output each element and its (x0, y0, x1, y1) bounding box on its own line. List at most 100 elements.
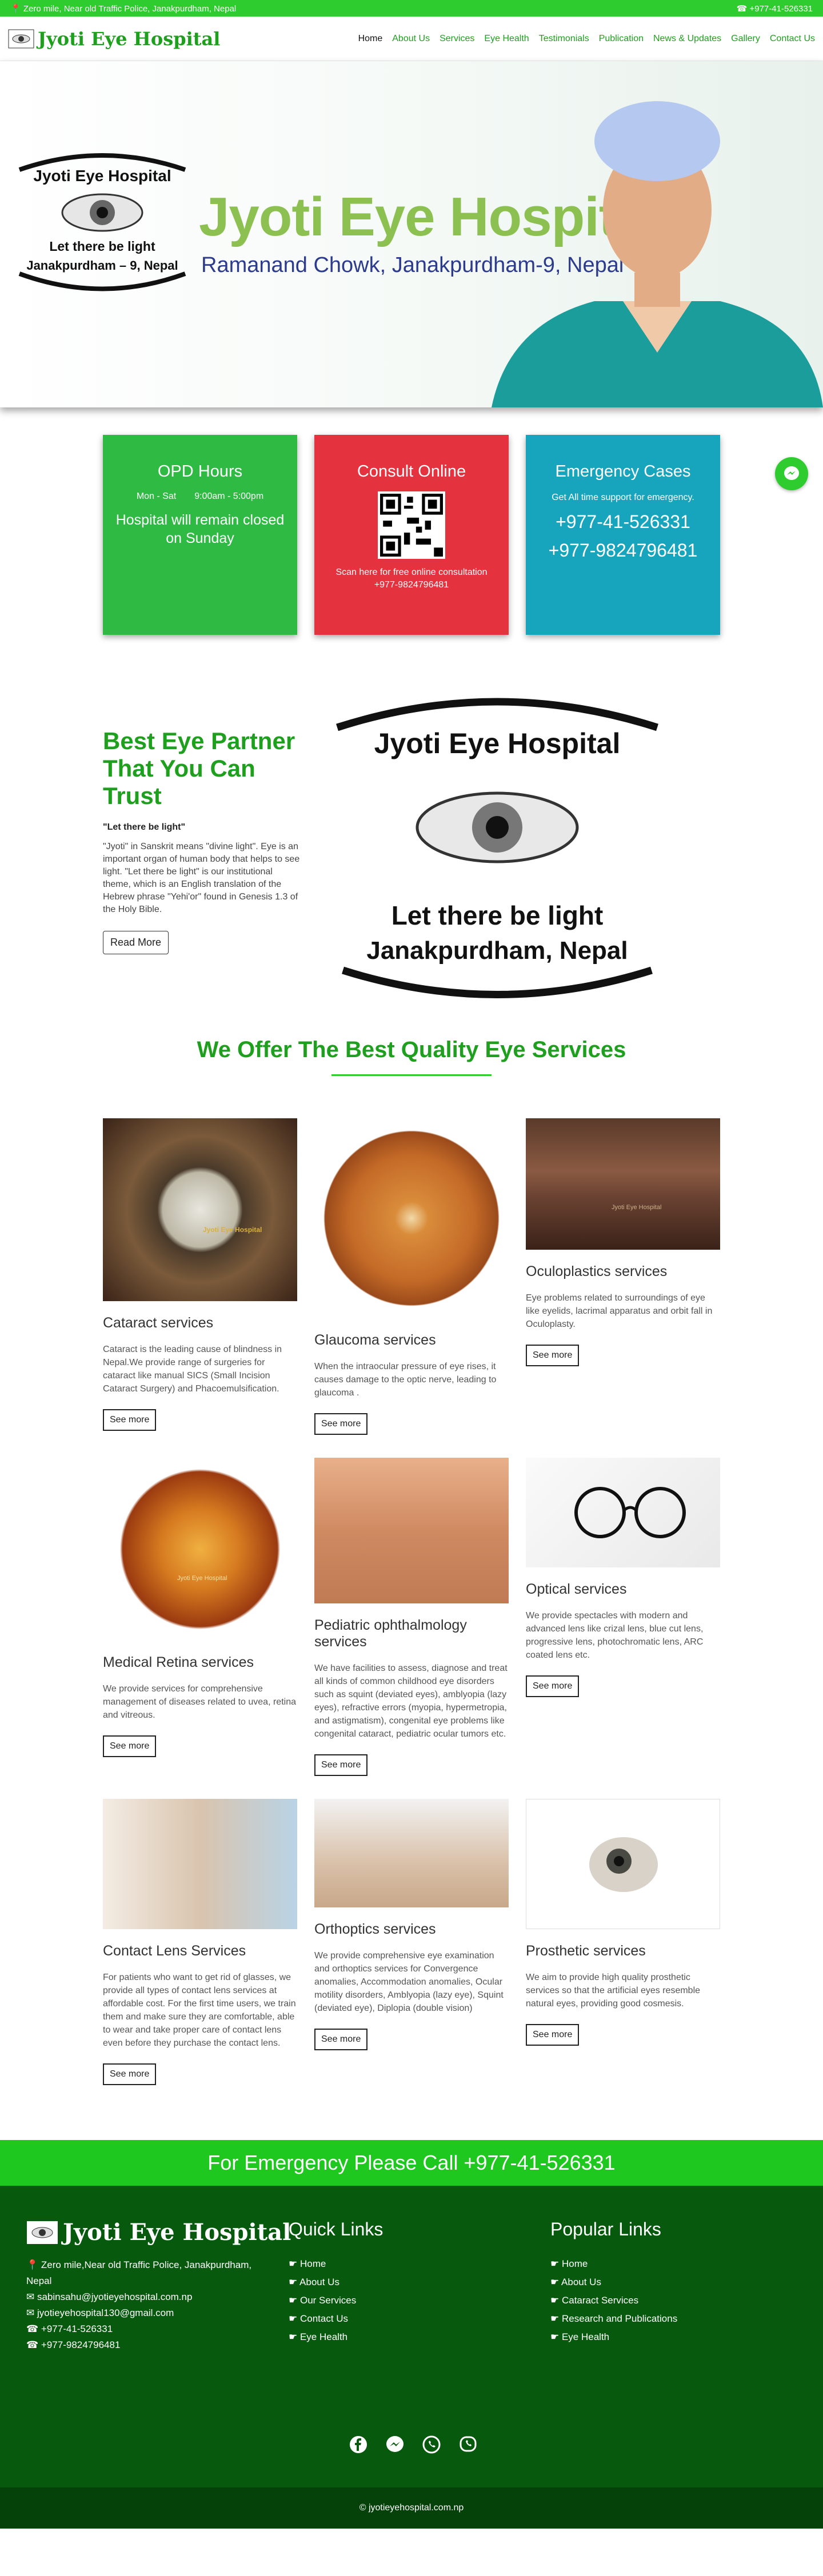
whatsapp-icon[interactable] (422, 2435, 441, 2454)
footer: Jyoti Eye Hospital 📍 Zero mile,Near old … (0, 2186, 823, 2487)
hero-logo-tag: Let there be light (49, 239, 155, 254)
email-text: jyotieyehospital130@gmail.com (37, 2307, 174, 2318)
about-logo-tag: Let there be light (391, 901, 604, 930)
service-desc: Eye problems related to surroundings of … (526, 1293, 713, 1329)
nav-services[interactable]: Services (440, 34, 474, 44)
nav-home[interactable]: Home (358, 34, 383, 44)
consult-note: Scan here for free online consultation (335, 567, 488, 577)
retina-watermark: Jyoti Eye Hospital (177, 1575, 227, 1582)
nav-testimonials[interactable]: Testimonials (539, 34, 589, 44)
emergency-card: Emergency Cases Get All time support for… (526, 435, 720, 635)
consult-phone[interactable]: +977-9824796481 (327, 579, 496, 591)
consult-online-card[interactable]: Consult Online Scan here for free online… (314, 435, 509, 635)
link-text: About Us (561, 2277, 601, 2287)
service-title: Pediatric ophthalmology services (314, 1617, 467, 1650)
nav-about-us[interactable]: About Us (392, 34, 430, 44)
service-contact-lens: Contact Lens Services For patients who w… (103, 1799, 297, 2085)
viber-icon[interactable] (458, 2435, 478, 2454)
see-more-button[interactable]: See more (103, 1409, 157, 1431)
quick-link-contact[interactable]: ☛ Contact Us (289, 2310, 383, 2328)
title-underline (331, 1074, 492, 1076)
facebook-icon[interactable] (349, 2435, 368, 2454)
phone-text: +977-41-526331 (41, 2323, 113, 2334)
about-heading: Best Eye Partner That You Can Trust (103, 727, 295, 809)
service-title: Medical Retina services (103, 1654, 254, 1670)
see-more-button[interactable]: See more (314, 1754, 368, 1776)
quick-link-eye-health[interactable]: ☛ Eye Health (289, 2328, 383, 2346)
nav-gallery[interactable]: Gallery (731, 34, 760, 44)
nav-contact-us[interactable]: Contact Us (770, 34, 815, 44)
popular-link-research[interactable]: ☛ Research and Publications (550, 2310, 677, 2328)
link-text: Eye Health (299, 2331, 348, 2342)
see-more-button[interactable]: See more (526, 1675, 580, 1697)
cataract-image: Jyoti Eye Hospital (103, 1118, 297, 1301)
messenger-chat-button[interactable] (775, 457, 808, 490)
see-more-button[interactable]: See more (103, 2063, 157, 2085)
emergency-title: Emergency Cases (555, 462, 691, 481)
footer-brand[interactable]: Jyoti Eye Hospital (26, 2219, 291, 2246)
service-desc: We provide spectacles with modern and ad… (526, 1611, 704, 1660)
emergency-banner[interactable]: For Emergency Please Call +977-41-526331 (0, 2140, 823, 2186)
topbar-phone[interactable]: ☎ +977-41-526331 (737, 3, 813, 14)
quick-link-home[interactable]: ☛ Home (289, 2255, 383, 2273)
emergency-phone-2[interactable]: +977-9824796481 (538, 539, 708, 561)
service-title: Optical services (526, 1581, 627, 1597)
service-oculoplastics: Jyoti Eye Hospital Oculoplastics service… (526, 1118, 720, 1435)
opd-title: OPD Hours (157, 462, 243, 481)
oculoplastics-image: Jyoti Eye Hospital (526, 1118, 720, 1250)
service-title: Contact Lens Services (103, 1943, 246, 1959)
quick-links: Quick Links ☛ Home ☛ About Us ☛ Our Serv… (289, 2219, 383, 2346)
nav-news-updates[interactable]: News & Updates (653, 34, 721, 44)
opd-days: Mon - Sat (136, 491, 177, 501)
service-desc: Cataract is the leading cause of blindne… (103, 1345, 282, 1394)
about-quote: "Let there be light" (103, 822, 186, 832)
messenger-icon (784, 466, 799, 480)
service-medical-retina: Jyoti Eye Hospital Medical Retina servic… (103, 1458, 297, 1776)
services-title: We Offer The Best Quality Eye Services (197, 1037, 626, 1062)
footer-phone-1[interactable]: ☎ +977-41-526331 (26, 2321, 291, 2337)
service-title: Oculoplastics services (526, 1263, 668, 1279)
footer-contact: Jyoti Eye Hospital 📍 Zero mile,Near old … (26, 2219, 291, 2353)
link-text: Home (299, 2258, 326, 2269)
see-more-button[interactable]: See more (526, 2024, 580, 2046)
popular-link-about[interactable]: ☛ About Us (550, 2273, 677, 2291)
about-section: Best Eye Partner That You Can Trust "Let… (103, 682, 823, 1013)
link-text: Cataract Services (561, 2295, 639, 2306)
emergency-phone-1[interactable]: +977-41-526331 (538, 511, 708, 533)
service-title: Prosthetic services (526, 1943, 646, 1959)
opd-time: 9:00am - 5:00pm (194, 491, 264, 501)
nav-publication[interactable]: Publication (599, 34, 644, 44)
see-more-button[interactable]: See more (314, 1413, 368, 1435)
see-more-button[interactable]: See more (526, 1345, 580, 1366)
navbar: Jyoti Eye Hospital Home About Us Service… (0, 17, 823, 61)
see-more-button[interactable]: See more (103, 1735, 157, 1757)
footer-email-1[interactable]: ✉ sabinsahu@jyotieyehospital.com.np (26, 2289, 291, 2305)
link-text: Eye Health (561, 2331, 610, 2342)
about-logo-top: Jyoti Eye Hospital (374, 727, 621, 759)
link-text: Research and Publications (561, 2313, 678, 2324)
service-desc: For patients who want to get rid of glas… (103, 1973, 296, 2048)
main-menu: Home About Us Services Eye Health Testim… (358, 34, 815, 44)
footer-phone-2[interactable]: ☎ +977-9824796481 (26, 2337, 291, 2353)
popular-link-eye-health[interactable]: ☛ Eye Health (550, 2328, 677, 2346)
link-text: Our Services (299, 2295, 357, 2306)
service-desc: We provide services for comprehensive ma… (103, 1684, 296, 1720)
hero-logo-top: Jyoti Eye Hospital (33, 167, 171, 185)
messenger-icon[interactable] (385, 2435, 405, 2454)
popular-link-cataract[interactable]: ☛ Cataract Services (550, 2291, 677, 2310)
quick-link-services[interactable]: ☛ Our Services (289, 2291, 383, 2310)
quick-link-about[interactable]: ☛ About Us (289, 2273, 383, 2291)
qr-code[interactable] (378, 491, 445, 559)
read-more-button[interactable]: Read More (103, 931, 169, 954)
footer-email-2[interactable]: ✉ jyotieyehospital130@gmail.com (26, 2305, 291, 2321)
about-logo: Jyoti Eye Hospital Let there be light Ja… (336, 698, 658, 998)
brand-name: Jyoti Eye Hospital (38, 27, 221, 50)
address-text: Zero mile, Near old Traffic Police, Jana… (23, 3, 237, 14)
popular-link-home[interactable]: ☛ Home (550, 2255, 677, 2273)
link-text: Contact Us (299, 2313, 349, 2324)
nav-eye-health[interactable]: Eye Health (484, 34, 529, 44)
brand-logo[interactable]: Jyoti Eye Hospital (8, 28, 220, 50)
service-glaucoma: Glaucoma services When the intraocular p… (314, 1118, 509, 1435)
see-more-button[interactable]: See more (314, 2029, 368, 2050)
copyright-bar: © jyotieyehospital.com.np (0, 2487, 823, 2529)
